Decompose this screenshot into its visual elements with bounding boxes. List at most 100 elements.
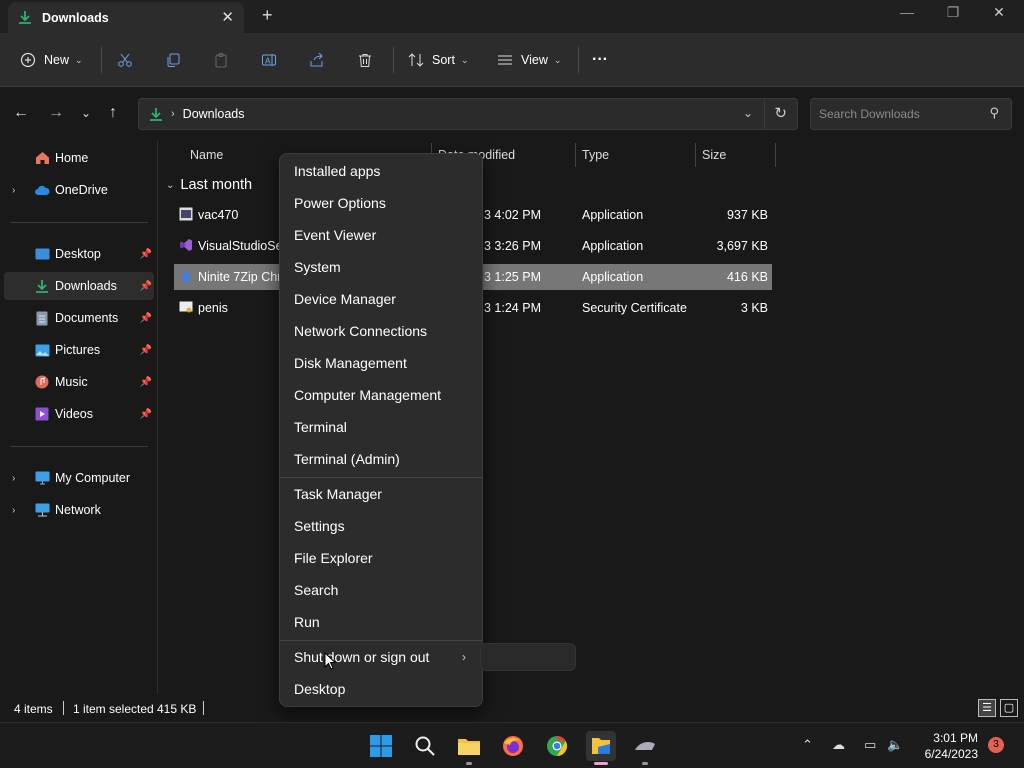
delete-button[interactable] [357, 47, 373, 73]
close-tab-icon[interactable]: ✕ [221, 8, 234, 26]
sidebar-item-videos[interactable]: Videos 📌 [4, 400, 154, 428]
group-header[interactable]: ⌄ Last month [166, 177, 252, 193]
breadcrumb-downloads[interactable]: Downloads [183, 107, 245, 121]
windows-logo-icon [370, 735, 392, 757]
menu-item-file-explorer[interactable]: File Explorer [280, 543, 482, 573]
ninite-icon [178, 269, 194, 285]
more-options-button[interactable]: ··· [592, 47, 608, 73]
onedrive-tray-icon[interactable]: ☁ [832, 737, 845, 753]
taskbar: ⌃ ☁ ▭ 🔈 3:01 PM 6/24/2023 3 [0, 722, 1024, 768]
divider [578, 47, 579, 73]
sidebar-item-desktop[interactable]: Desktop 📌 [4, 240, 154, 268]
search-input[interactable]: Search Downloads ⚲ [810, 98, 1012, 130]
chevron-down-icon: ⌄ [553, 54, 562, 65]
cut-button[interactable] [117, 47, 133, 73]
column-divider[interactable] [695, 143, 696, 167]
menu-item-system[interactable]: System [280, 252, 482, 282]
refresh-icon[interactable]: ↻ [774, 104, 787, 122]
clock[interactable]: 3:01 PM 6/24/2023 [925, 730, 978, 762]
running-indicator [642, 762, 648, 765]
menu-item-terminal[interactable]: Terminal [280, 412, 482, 442]
maximize-button[interactable]: ❐ [938, 4, 968, 21]
column-header-name[interactable]: Name [190, 148, 223, 162]
tab-downloads[interactable]: Downloads ✕ [8, 2, 244, 33]
close-window-button[interactable]: ✕ [984, 4, 1014, 21]
chevron-up-icon[interactable]: ⌃ [802, 737, 813, 753]
column-divider[interactable] [575, 143, 576, 167]
column-divider[interactable] [775, 143, 776, 167]
rename-button[interactable]: A [261, 47, 277, 73]
menu-item-shutdown[interactable]: Shut down or sign out › [280, 642, 482, 672]
start-button[interactable] [366, 731, 396, 761]
address-bar[interactable]: › Downloads ⌄ ↻ [138, 98, 798, 130]
sidebar-item-onedrive[interactable]: › OneDrive [4, 176, 154, 204]
sidebar-item-downloads[interactable]: Downloads 📌 [4, 272, 154, 300]
minimize-button[interactable]: — [892, 4, 922, 20]
taskbar-search-button[interactable] [410, 731, 440, 761]
sidebar-item-pictures[interactable]: Pictures 📌 [4, 336, 154, 364]
pin-icon[interactable]: 📌 [140, 281, 152, 292]
tiles-view-icon[interactable]: ▢ [1000, 699, 1018, 717]
sort-button[interactable]: Sort ⌄ [408, 47, 468, 73]
forward-arrow-icon[interactable]: → [48, 104, 64, 122]
details-view-icon[interactable]: ☰ [978, 699, 996, 717]
pin-icon[interactable]: 📌 [140, 409, 152, 420]
menu-item-search[interactable]: Search [280, 575, 482, 605]
menu-item-network-connections[interactable]: Network Connections [280, 316, 482, 346]
view-label: View [521, 53, 548, 67]
sidebar-item-my-computer[interactable]: › My Computer [4, 464, 154, 492]
menu-item-task-manager[interactable]: Task Manager [280, 479, 482, 509]
taskbar-chrome[interactable] [542, 731, 572, 761]
sidebar-item-home[interactable]: Home [4, 144, 154, 172]
divider [764, 99, 765, 129]
network-tray-icon[interactable]: ▭ [864, 737, 876, 753]
breadcrumb-chevron-icon[interactable]: › [171, 108, 175, 120]
column-header-size[interactable]: Size [702, 148, 726, 162]
taskbar-file-explorer[interactable] [454, 731, 484, 765]
chevron-down-icon[interactable]: ⌄ [743, 106, 753, 120]
menu-item-settings[interactable]: Settings [280, 511, 482, 541]
tab-title: Downloads [42, 10, 109, 25]
menu-item-computer-management[interactable]: Computer Management [280, 380, 482, 410]
pin-icon[interactable]: 📌 [140, 345, 152, 356]
share-icon [310, 52, 323, 67]
group-label: Last month [180, 177, 253, 193]
sidebar-item-network[interactable]: › Network [4, 496, 154, 524]
up-arrow-icon[interactable]: ↑ [109, 104, 117, 122]
menu-item-event-viewer[interactable]: Event Viewer [280, 220, 482, 250]
paste-button[interactable] [213, 47, 229, 73]
taskbar-firefox[interactable] [498, 731, 528, 761]
running-indicator [466, 762, 472, 765]
taskbar-active-explorer[interactable] [586, 731, 616, 765]
column-header-type[interactable]: Type [582, 148, 609, 162]
view-button[interactable]: View ⌄ [497, 47, 561, 73]
pin-icon[interactable]: 📌 [140, 249, 152, 260]
sidebar-item-music[interactable]: Music 📌 [4, 368, 154, 396]
expand-chevron-icon[interactable]: › [12, 505, 15, 516]
menu-item-device-manager[interactable]: Device Manager [280, 284, 482, 314]
expand-chevron-icon[interactable]: › [12, 185, 15, 196]
share-button[interactable] [309, 47, 325, 73]
clock-time: 3:01 PM [933, 731, 978, 745]
status-bar: 4 items 1 item selected 415 KB ☰ ▢ [0, 694, 1024, 722]
pin-icon[interactable]: 📌 [140, 313, 152, 324]
taskbar-app[interactable] [630, 731, 660, 765]
sidebar-item-label: Network [55, 503, 101, 517]
copy-button[interactable] [165, 47, 181, 73]
sidebar-item-documents[interactable]: Documents 📌 [4, 304, 154, 332]
pin-icon[interactable]: 📌 [140, 377, 152, 388]
new-button[interactable]: New ⌄ [20, 47, 83, 73]
menu-item-desktop[interactable]: Desktop [280, 674, 482, 704]
menu-item-installed-apps[interactable]: Installed apps [280, 156, 482, 186]
search-icon[interactable]: ⚲ [989, 105, 999, 121]
menu-item-disk-management[interactable]: Disk Management [280, 348, 482, 378]
volume-icon[interactable]: 🔈 [887, 737, 903, 753]
menu-item-power-options[interactable]: Power Options [280, 188, 482, 218]
new-tab-button[interactable]: + [262, 5, 273, 26]
recent-chevron-icon[interactable]: ⌄ [81, 106, 91, 120]
menu-item-terminal-admin[interactable]: Terminal (Admin) [280, 444, 482, 474]
back-arrow-icon[interactable]: ← [13, 104, 29, 122]
notification-badge[interactable]: 3 [988, 737, 1004, 753]
expand-chevron-icon[interactable]: › [12, 473, 15, 484]
menu-item-run[interactable]: Run [280, 607, 482, 637]
